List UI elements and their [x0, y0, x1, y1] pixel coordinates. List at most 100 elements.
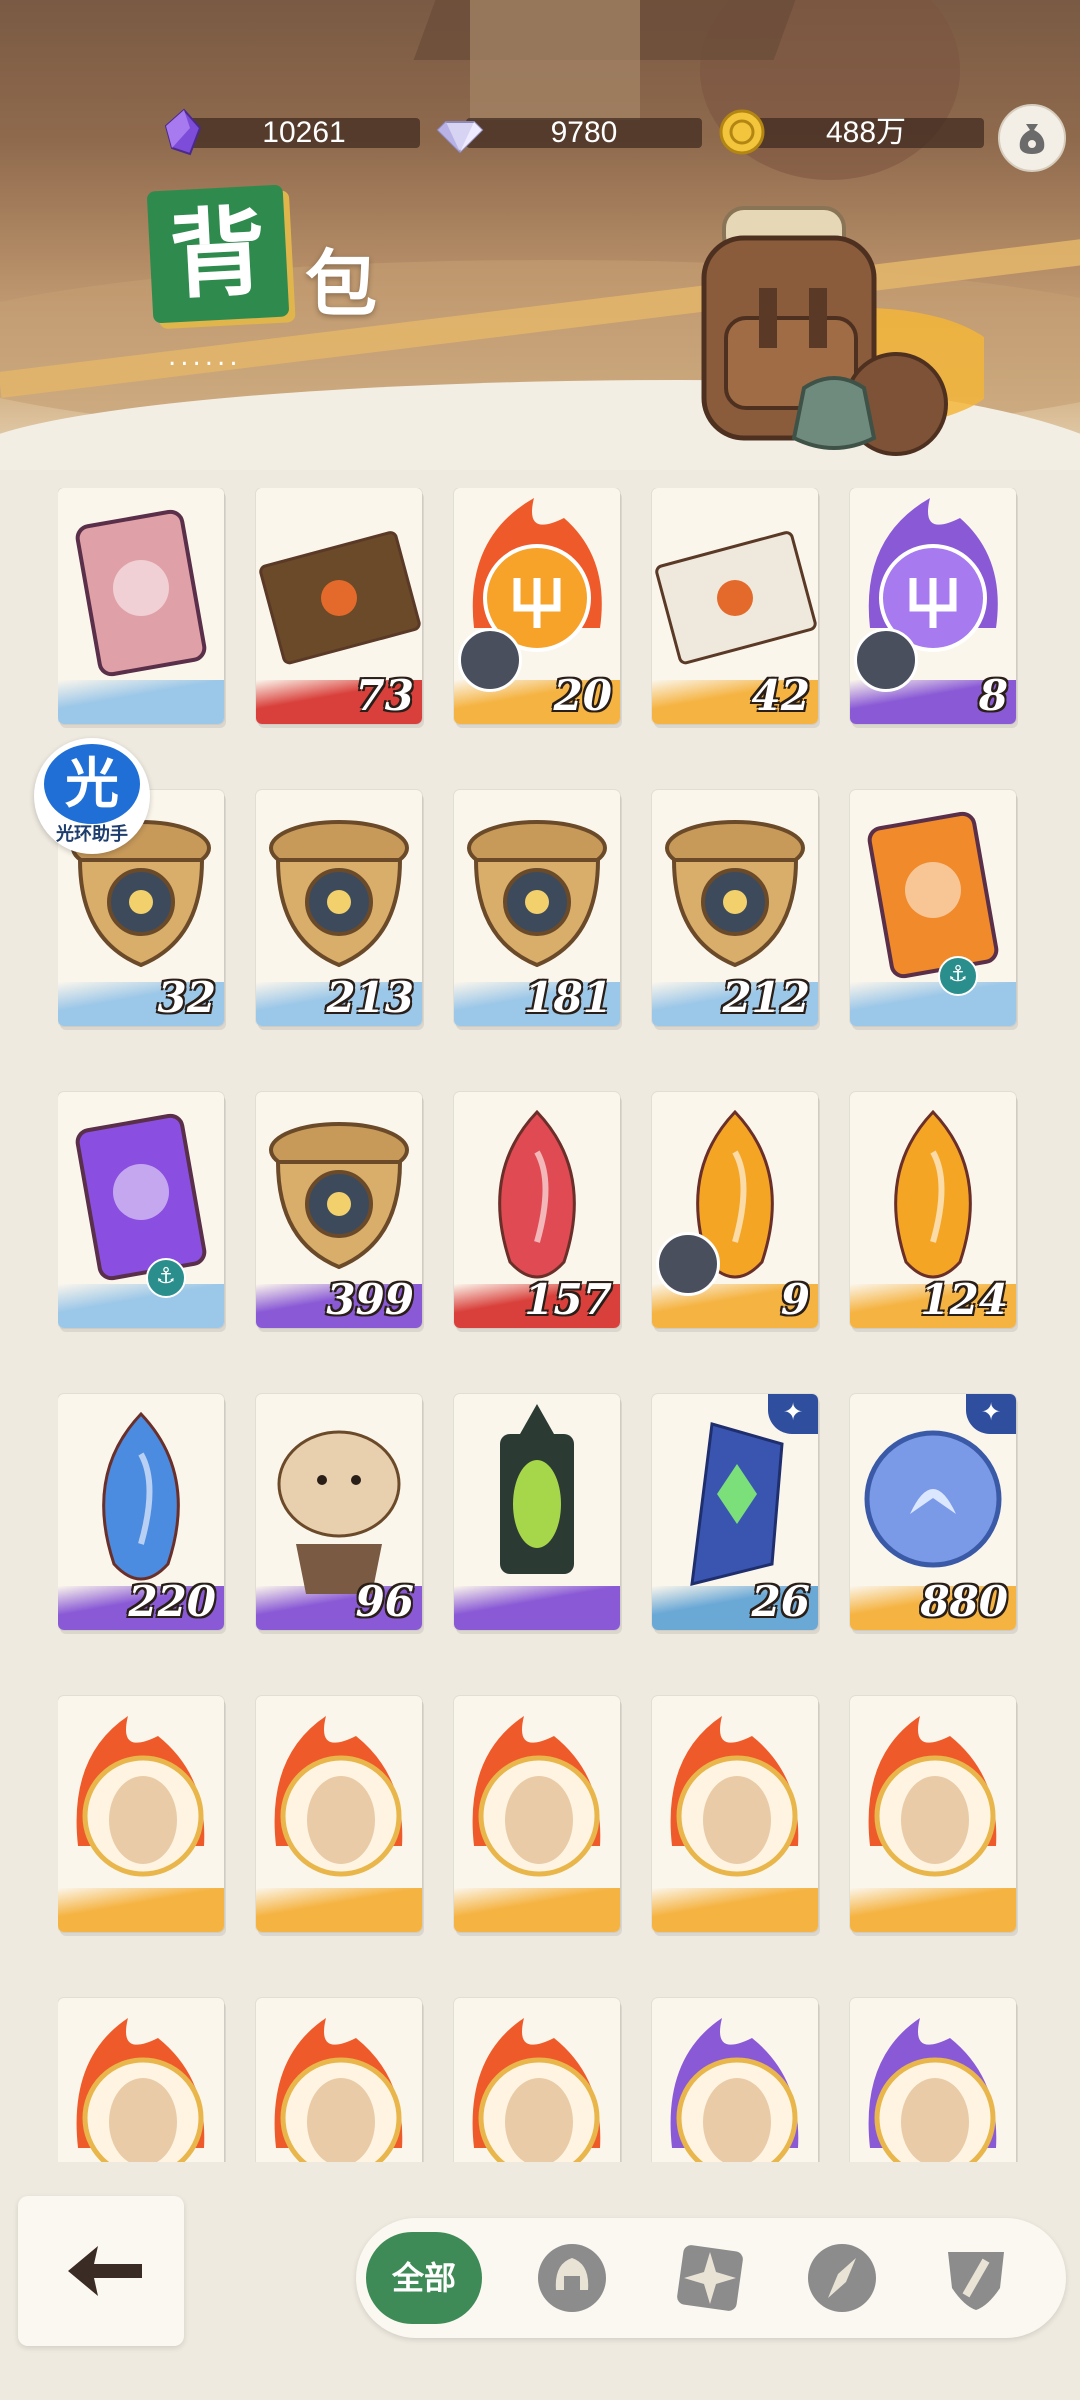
- item-count: 880: [920, 1577, 1008, 1626]
- fire-portrait-icon: [76, 2018, 205, 2162]
- item-count: 399: [326, 1275, 414, 1324]
- filter-bar: 全部: [356, 2218, 1066, 2338]
- item-row: [58, 1998, 1028, 2162]
- item-count: 26: [751, 1577, 810, 1626]
- currency-gold: 488万: [718, 109, 984, 155]
- item-count: 8: [978, 671, 1008, 720]
- helper-label: 光环助手: [56, 824, 128, 845]
- item-row: 220 96 ✦ 26 ✦ 880: [58, 1394, 1028, 1630]
- compass-needle-icon[interactable]: [804, 2240, 880, 2316]
- title-dots: ......: [168, 342, 242, 372]
- item-card[interactable]: [454, 1696, 620, 1932]
- money-bag-icon: [1019, 124, 1045, 154]
- fire-portrait-icon: [274, 1716, 403, 1877]
- fire-portrait-icon: [472, 2018, 601, 2162]
- backpack-icon: [701, 206, 984, 456]
- purple-crystal-icon: [164, 108, 202, 156]
- item-card[interactable]: [850, 1696, 1016, 1932]
- purple-portrait-icon: [868, 2018, 997, 2162]
- item-card[interactable]: 213: [256, 790, 422, 1026]
- item-card[interactable]: [850, 1998, 1016, 2162]
- item-row: 32 213 181 212 ⚓: [58, 790, 1028, 1026]
- item-count: 157: [524, 1275, 612, 1324]
- item-card[interactable]: [58, 1998, 224, 2162]
- item-row: ⚓ 399 157 9 124: [58, 1092, 1028, 1328]
- title-badge-char: 背: [167, 194, 269, 313]
- fire-portrait-icon: [76, 1716, 205, 1877]
- item-card[interactable]: [256, 1696, 422, 1932]
- puzzle-piece-icon: [458, 628, 522, 692]
- lantern-icon: [500, 1404, 574, 1574]
- back-arrow-icon: [68, 2246, 142, 2296]
- item-count: 213: [326, 973, 414, 1022]
- helper-float-button[interactable]: 光 光环助手: [34, 738, 150, 854]
- item-card[interactable]: [58, 1696, 224, 1932]
- item-card[interactable]: 9: [652, 1092, 818, 1328]
- item-card[interactable]: [454, 1394, 620, 1630]
- item-row: 73 20 42 8: [58, 488, 1028, 724]
- item-card[interactable]: 399: [256, 1092, 422, 1328]
- item-card[interactable]: 124: [850, 1092, 1016, 1328]
- purple-portrait-icon: [670, 2018, 799, 2162]
- item-grid: 73 20 42 8 32 213 181 212 ⚓ ⚓ 399 157 9 124 220 96 ✦ 26 ✦ 8…: [58, 488, 1028, 2162]
- sword-shield-icon[interactable]: [938, 2240, 1014, 2316]
- currency-crystal: 10261: [160, 108, 420, 156]
- puzzle-piece-icon: [656, 1232, 720, 1296]
- item-count: 32: [157, 973, 216, 1022]
- anchor-badge-icon: ⚓: [938, 956, 978, 996]
- item-card[interactable]: [652, 1696, 818, 1932]
- item-card[interactable]: [256, 1998, 422, 2162]
- orange-ticket-icon: [867, 811, 999, 979]
- item-card[interactable]: ⚓: [850, 790, 1016, 1026]
- item-card[interactable]: [58, 488, 224, 724]
- diamond-icon: [436, 121, 484, 154]
- back-button[interactable]: [18, 2196, 184, 2346]
- item-count: 42: [751, 671, 810, 720]
- fire-portrait-icon: [274, 2018, 403, 2162]
- item-card[interactable]: 212: [652, 790, 818, 1026]
- item-card[interactable]: 96: [256, 1394, 422, 1630]
- purple-ticket-icon: [75, 1113, 207, 1281]
- item-card[interactable]: ✦ 26: [652, 1394, 818, 1630]
- star-badge-icon: ✦: [768, 1394, 818, 1434]
- compass-rose-icon[interactable]: [672, 2240, 748, 2316]
- item-card[interactable]: ⚓: [58, 1092, 224, 1328]
- item-count: 212: [722, 973, 810, 1022]
- anchor-badge-icon: ⚓: [146, 1258, 186, 1298]
- item-card[interactable]: [454, 1998, 620, 2162]
- item-count: 20: [553, 671, 612, 720]
- helper-glyph: 光: [44, 744, 140, 824]
- filter-tab-all[interactable]: 全部: [366, 2232, 482, 2324]
- item-card[interactable]: 220: [58, 1394, 224, 1630]
- item-card[interactable]: [652, 1998, 818, 2162]
- fire-portrait-icon: [472, 1716, 601, 1877]
- ticket-icon: [75, 509, 207, 677]
- item-count: 181: [524, 973, 612, 1022]
- item-card[interactable]: 73: [256, 488, 422, 724]
- item-card[interactable]: 157: [454, 1092, 620, 1328]
- item-count: 124: [920, 1275, 1008, 1324]
- currency-diamond: 9780: [436, 112, 702, 154]
- page-title: 包: [305, 241, 378, 326]
- item-count: 220: [128, 1577, 216, 1626]
- money-bag-button[interactable]: [998, 104, 1066, 172]
- star-badge-icon: ✦: [966, 1394, 1016, 1434]
- item-row: [58, 1696, 1028, 1932]
- item-count: 96: [355, 1577, 414, 1626]
- item-card[interactable]: 181: [454, 790, 620, 1026]
- item-card[interactable]: 20: [454, 488, 620, 724]
- title-badge: 背: [146, 184, 290, 324]
- fire-portrait-icon: [670, 1716, 799, 1877]
- currency-diamond-value: 9780: [466, 118, 702, 148]
- spartan-helmet-icon[interactable]: [534, 2240, 610, 2316]
- item-card[interactable]: ✦ 880: [850, 1394, 1016, 1630]
- currency-crystal-value: 10261: [188, 118, 420, 148]
- item-count: 9: [780, 1275, 810, 1324]
- item-card[interactable]: 8: [850, 488, 1016, 724]
- item-card[interactable]: 42: [652, 488, 818, 724]
- item-count: 73: [355, 671, 414, 720]
- currency-gold-value: 488万: [748, 118, 984, 148]
- fire-portrait-icon: [868, 1716, 997, 1877]
- gold-coin-icon: [719, 109, 765, 155]
- puzzle-piece-icon: [854, 628, 918, 692]
